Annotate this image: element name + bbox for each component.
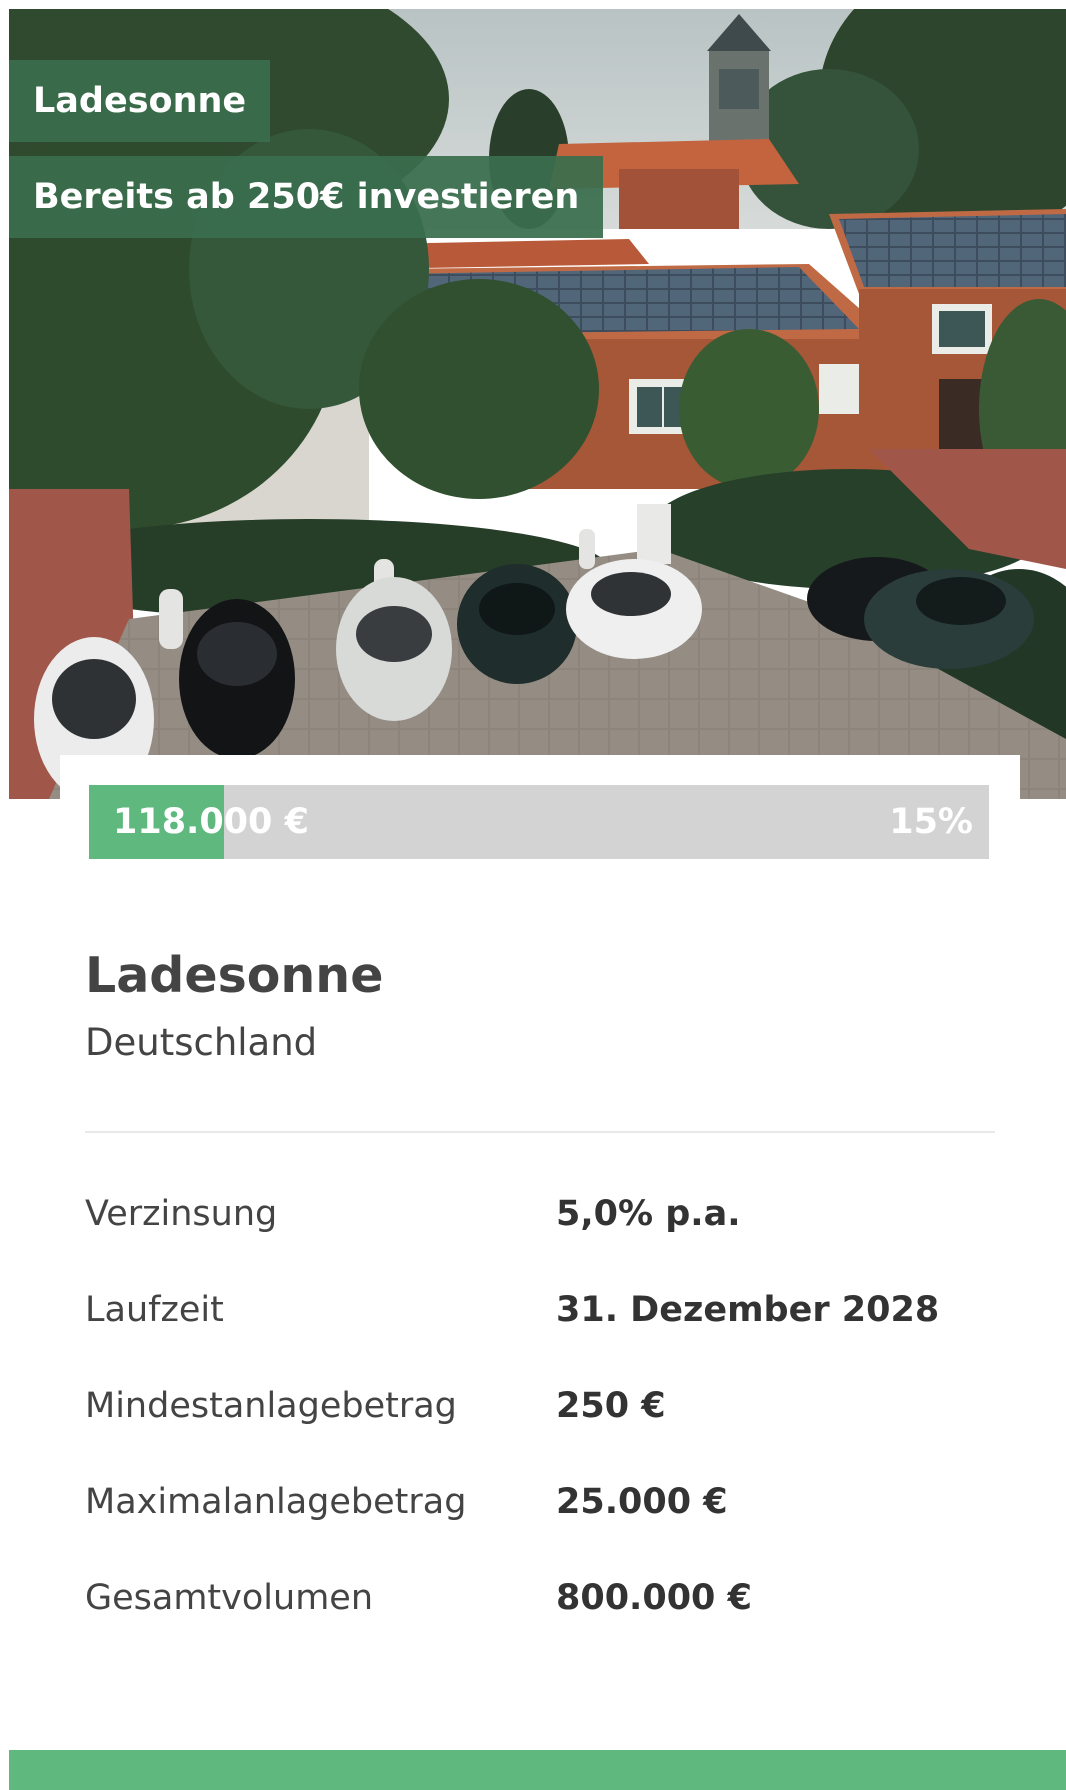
fact-value: 31. Dezember 2028 bbox=[556, 1290, 940, 1330]
funding-progress-bar: 118.000 € 15% bbox=[89, 785, 989, 859]
fact-row-interest: Verzinsung 5,0% p.a. bbox=[85, 1172, 995, 1268]
funding-progress: 118.000 € 15% bbox=[60, 755, 1020, 885]
fact-row-max-investment: Maximalanlagebetrag 25.000 € bbox=[85, 1460, 995, 1556]
fact-label: Laufzeit bbox=[85, 1290, 224, 1330]
invest-button[interactable] bbox=[9, 1750, 1066, 1790]
fact-label: Verzinsung bbox=[85, 1194, 278, 1234]
fact-value: 250 € bbox=[556, 1386, 666, 1426]
min-investment-tag: Bereits ab 250€ investieren bbox=[9, 156, 604, 238]
funded-amount: 118.000 € bbox=[113, 802, 309, 842]
project-card[interactable]: Ladesonne Bereits ab 250€ investieren 11… bbox=[9, 9, 1066, 1790]
fact-label: Gesamtvolumen bbox=[85, 1578, 373, 1618]
project-country: Deutschland bbox=[85, 1021, 318, 1064]
fact-row-min-investment: Mindestanlagebetrag 250 € bbox=[85, 1364, 995, 1460]
fact-value: 25.000 € bbox=[556, 1482, 728, 1522]
divider bbox=[85, 1131, 995, 1133]
fact-label: Mindestanlagebetrag bbox=[85, 1386, 457, 1426]
project-facts: Verzinsung 5,0% p.a. Laufzeit 31. Dezemb… bbox=[85, 1172, 995, 1652]
project-title: Ladesonne bbox=[85, 947, 384, 1004]
fact-value: 5,0% p.a. bbox=[556, 1194, 741, 1234]
fact-row-total-volume: Gesamtvolumen 800.000 € bbox=[85, 1556, 995, 1652]
fact-label: Maximalanlagebetrag bbox=[85, 1482, 467, 1522]
project-photo[interactable]: Ladesonne Bereits ab 250€ investieren bbox=[9, 9, 1066, 799]
project-name-tag: Ladesonne bbox=[9, 60, 271, 142]
funded-percent: 15% bbox=[889, 802, 973, 842]
fact-row-term: Laufzeit 31. Dezember 2028 bbox=[85, 1268, 995, 1364]
fact-value: 800.000 € bbox=[556, 1578, 752, 1618]
